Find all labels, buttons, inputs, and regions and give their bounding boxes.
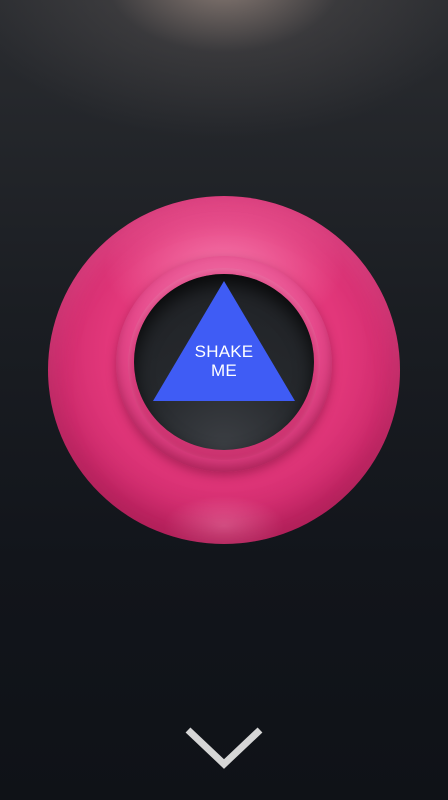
answer-text: SHAKE ME: [174, 342, 274, 380]
scroll-down-button[interactable]: [184, 720, 264, 772]
magic-ball-screen: SHAKE ME: [0, 0, 448, 800]
chevron-down-icon: [185, 727, 263, 769]
answer-line-1: SHAKE: [194, 342, 254, 361]
answer-line-2: ME: [211, 361, 237, 380]
